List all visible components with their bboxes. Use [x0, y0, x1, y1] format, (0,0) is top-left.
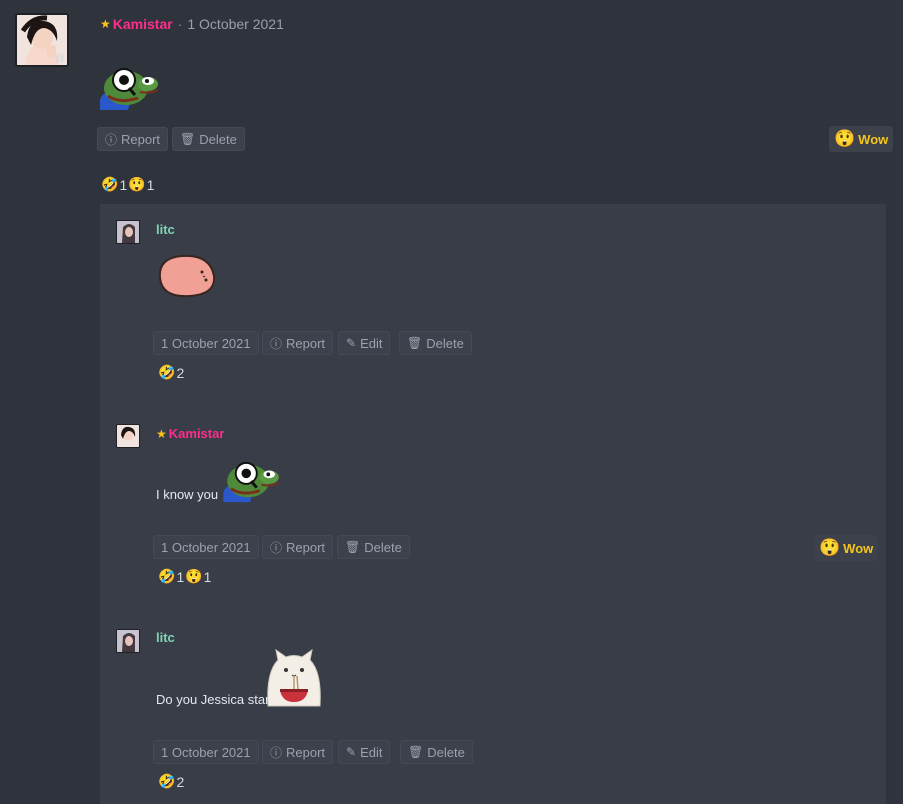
- reaction-summary[interactable]: 🤣 1 😲 1: [101, 176, 154, 193]
- rofl-face-icon: 🤣: [158, 773, 176, 789]
- avatar-photo: [117, 630, 139, 652]
- rofl-face-icon: 🤣: [158, 568, 176, 584]
- delete-button[interactable]: 🗑 Delete: [400, 740, 473, 764]
- astonished-face-icon: 😲: [834, 129, 856, 148]
- reaction-summary[interactable]: 🤣 2: [158, 364, 184, 381]
- exclamation-circle-icon: ⓘ: [270, 745, 283, 760]
- reaction-summary[interactable]: 🤣 1 😲 1: [158, 568, 211, 585]
- trash-icon: 🗑: [180, 132, 196, 146]
- comment-text: Do you Jessica stan: [156, 692, 273, 707]
- role-badge-icon: ⛓: [54, 53, 66, 63]
- comment-text: I know you: [156, 487, 219, 502]
- reaction-count: 1: [203, 568, 212, 585]
- wow-reaction-button[interactable]: 😲 Wow: [829, 126, 894, 152]
- astonished-face-icon: 😲: [819, 538, 841, 557]
- edit-button[interactable]: ✎ Edit: [338, 740, 391, 764]
- rofl-face-icon: 🤣: [158, 364, 176, 380]
- wow-reaction-button[interactable]: 😲 Wow: [814, 535, 879, 561]
- astonished-face-icon: 😲: [128, 176, 146, 192]
- date-label: 1 October 2021: [161, 744, 251, 760]
- pepe-sticker: [220, 460, 284, 507]
- delete-label: Delete: [427, 744, 465, 760]
- avatar[interactable]: [116, 424, 140, 448]
- reply-header: ★ Kamistar: [156, 426, 224, 441]
- trash-icon: 🗑: [408, 745, 424, 759]
- delete-label: Delete: [199, 131, 237, 147]
- reaction-count: 2: [176, 773, 185, 790]
- pencil-square-icon: ✎: [346, 336, 357, 350]
- reaction-count: 1: [176, 568, 185, 585]
- edit-button[interactable]: ✎ Edit: [338, 331, 391, 355]
- trash-icon: 🗑: [407, 336, 423, 350]
- trash-icon: 🗑: [345, 540, 361, 554]
- exclamation-circle-icon: ⓘ: [270, 336, 283, 351]
- wow-label: Wow: [858, 131, 889, 147]
- rofl-face-icon: 🤣: [101, 176, 119, 192]
- comment-date[interactable]: 1 October 2021: [153, 331, 259, 355]
- delete-button[interactable]: 🗑 Delete: [337, 535, 410, 559]
- delete-label: Delete: [364, 539, 402, 555]
- wow-label: Wow: [843, 540, 874, 556]
- cat-sticker: [264, 648, 324, 711]
- author-name[interactable]: Kamistar: [169, 426, 225, 441]
- report-button[interactable]: ⓘ Report: [97, 127, 169, 151]
- date-label: 1 October 2021: [161, 539, 251, 555]
- delete-button[interactable]: 🗑 Delete: [399, 331, 472, 355]
- potato-sticker: [156, 250, 218, 303]
- author-name[interactable]: Kamistar: [113, 16, 173, 32]
- exclamation-circle-icon: ⓘ: [105, 132, 118, 147]
- comment-date[interactable]: 1 October 2021: [153, 535, 259, 559]
- delete-button[interactable]: 🗑 Delete: [172, 127, 245, 151]
- reaction-count: 1: [146, 176, 155, 193]
- report-button[interactable]: ⓘ Report: [262, 331, 334, 355]
- reaction-summary[interactable]: 🤣 2: [158, 773, 184, 790]
- astonished-face-icon: 😲: [185, 568, 203, 584]
- pencil-square-icon: ✎: [346, 745, 357, 759]
- reaction-count: 2: [176, 364, 185, 381]
- report-label: Report: [286, 744, 326, 760]
- avatar[interactable]: ⛓: [15, 13, 69, 67]
- report-label: Report: [121, 131, 161, 147]
- comment-date[interactable]: 1 October 2021: [153, 740, 259, 764]
- report-button[interactable]: ⓘ Report: [262, 535, 334, 559]
- exclamation-circle-icon: ⓘ: [270, 540, 283, 555]
- star-icon: ★: [100, 17, 111, 31]
- report-label: Report: [286, 539, 326, 555]
- post-date[interactable]: 1 October 2021: [187, 16, 284, 32]
- edit-label: Edit: [360, 744, 383, 760]
- date-label: 1 October 2021: [161, 335, 251, 351]
- pepe-sticker: [98, 66, 162, 115]
- avatar[interactable]: [116, 220, 140, 244]
- delete-label: Delete: [426, 335, 464, 351]
- separator: ·: [177, 16, 183, 32]
- avatar-photo: [117, 425, 139, 447]
- star-icon: ★: [156, 426, 167, 441]
- reaction-count: 1: [119, 176, 128, 193]
- avatar-photo: [117, 221, 139, 243]
- avatar[interactable]: [116, 629, 140, 653]
- report-label: Report: [286, 335, 326, 351]
- report-button[interactable]: ⓘ Report: [262, 740, 334, 764]
- post-header: ★ Kamistar · 1 October 2021: [100, 16, 284, 32]
- edit-label: Edit: [360, 335, 383, 351]
- author-name[interactable]: litc: [156, 630, 175, 645]
- author-name[interactable]: litc: [156, 222, 175, 237]
